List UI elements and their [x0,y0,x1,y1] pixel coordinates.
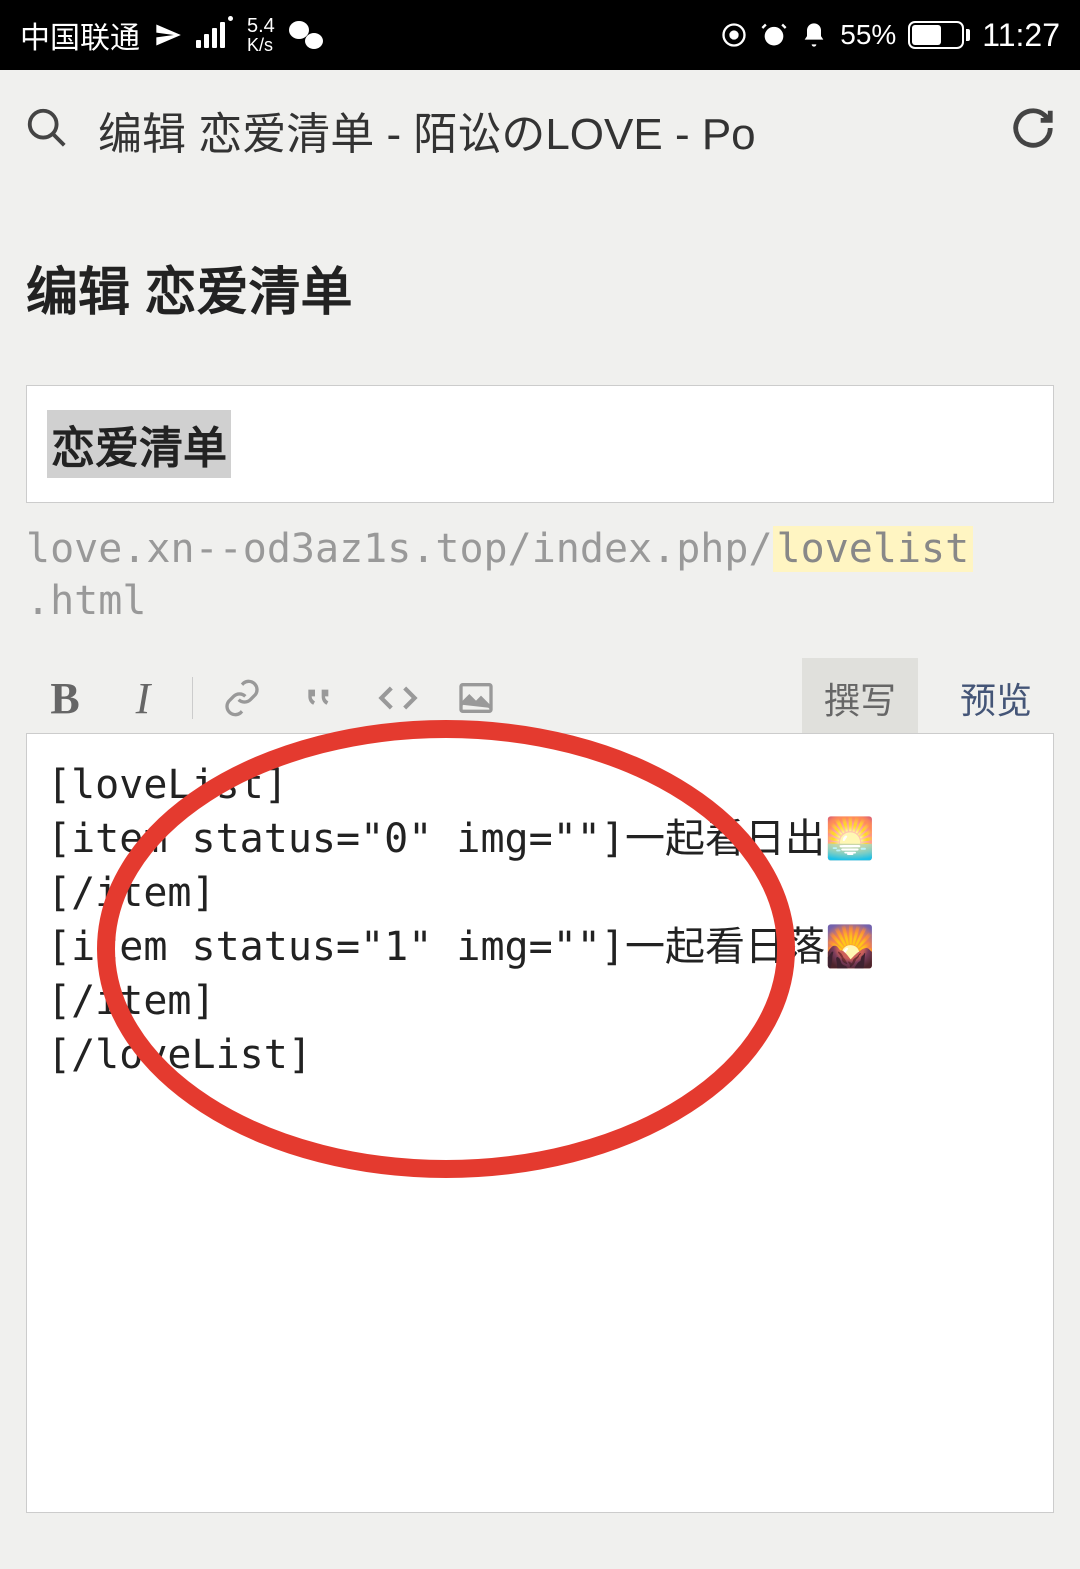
clock-time: 11:27 [982,17,1060,54]
post-title-value[interactable]: 恋爱清单 [47,410,231,478]
wechat-icon [289,21,323,49]
permalink-prefix: love.xn--od3az1s.top/index.php/ [26,526,773,572]
location-icon [154,21,182,49]
status-right: 55% 11:27 [720,17,1060,54]
link-button[interactable] [203,663,281,733]
network-speed: 5.4 K/s [247,16,275,54]
image-button[interactable] [437,663,515,733]
rotation-lock-icon [720,21,748,49]
toolbar-divider [192,677,193,719]
search-icon[interactable] [24,105,70,156]
alarm-icon [760,21,788,49]
quote-button[interactable] [281,663,359,733]
battery-icon [908,21,970,49]
preview-tab[interactable]: 预览 [938,658,1054,738]
editor-tabs: 撰写 预览 [802,658,1054,738]
battery-percent: 55% [840,19,896,51]
browser-bar: 编辑 恋爱清单 - 陌讼のLOVE - Po [0,70,1080,190]
page-heading: 编辑 恋爱清单 [26,250,1054,325]
permalink-suffix: .html [26,578,146,624]
page-title: 编辑 恋爱清单 - 陌讼のLOVE - Po [98,98,982,162]
carrier-label: 中国联通 [20,13,140,57]
content-area: 编辑 恋爱清单 恋爱清单 love.xn--od3az1s.top/index.… [0,190,1080,1569]
status-left: 中国联通 5.4 K/s [20,13,323,57]
content-editor[interactable]: [loveList] [item status="0" img=""]一起看日出… [26,733,1054,1513]
editor-wrap: [loveList] [item status="0" img=""]一起看日出… [26,733,1054,1513]
bell-icon [800,21,828,49]
code-button[interactable] [359,663,437,733]
permalink-slug[interactable]: lovelist [773,526,974,572]
refresh-icon[interactable] [1010,105,1056,156]
signal-icon [196,22,233,48]
italic-button[interactable]: I [104,663,182,733]
bold-button[interactable]: B [26,663,104,733]
permalink[interactable]: love.xn--od3az1s.top/index.php/lovelist.… [26,523,1054,627]
write-tab[interactable]: 撰写 [802,658,918,738]
post-title-input[interactable]: 恋爱清单 [26,385,1054,503]
status-bar: 中国联通 5.4 K/s 55% 11:27 [0,0,1080,70]
editor-toolbar: B I 撰写 预览 [26,663,1054,733]
